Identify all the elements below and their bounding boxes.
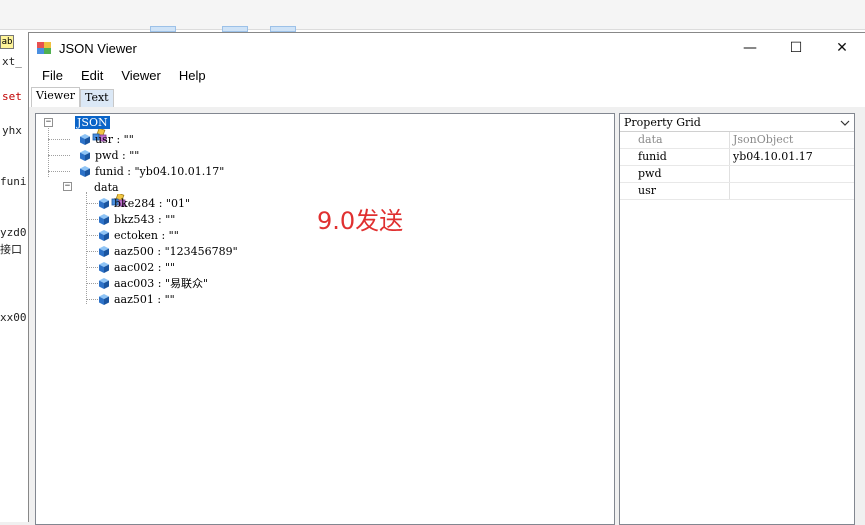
tree-root-label: JSON: [75, 115, 110, 129]
collapse-data-expander[interactable]: −: [63, 182, 72, 191]
tree-node-label: aaz501 : "": [114, 292, 175, 306]
app-icon: [37, 42, 51, 54]
collapse-root-expander[interactable]: −: [44, 118, 53, 127]
value-cube-icon: [99, 277, 109, 289]
tree-connector: [86, 251, 98, 252]
value-cube-icon: [99, 229, 109, 241]
tree-node-aaz500[interactable]: aaz500 : "123456789": [99, 243, 238, 259]
tree-node-ectoken[interactable]: ectoken : "": [99, 227, 179, 243]
tree-node-label: funid : "yb04.10.01.17": [95, 164, 225, 178]
content-area: − JSON usr : "" pwd : "" funid : "yb04.1…: [29, 108, 865, 525]
tree-node-label: bkz543 : "": [114, 212, 176, 226]
tree-node-aac003[interactable]: aac003 : "易联众": [99, 275, 208, 291]
property-row-usr[interactable]: usr: [620, 183, 854, 200]
tab-strip: Viewer Text: [29, 87, 865, 107]
background-text: xt_: [2, 55, 22, 68]
property-key: data: [620, 132, 730, 148]
tree-node-data[interactable]: data: [76, 179, 126, 206]
tree-node-label: aac002 : "": [114, 260, 176, 274]
property-row-data[interactable]: data JsonObject: [620, 132, 854, 149]
tab-text[interactable]: Text: [79, 89, 114, 107]
property-grid-header[interactable]: Property Grid: [620, 114, 854, 132]
value-cube-icon: [80, 165, 90, 177]
chevron-down-icon[interactable]: [840, 116, 850, 129]
property-key: funid: [620, 149, 730, 165]
tree-node-label: aaz500 : "123456789": [114, 244, 238, 258]
property-row-funid[interactable]: funid yb04.10.01.17: [620, 149, 854, 166]
background-text: funi: [0, 175, 27, 188]
value-cube-icon: [99, 213, 109, 225]
tree-connector: [86, 299, 98, 300]
window-title: JSON Viewer: [59, 40, 137, 56]
tree-node-label: pwd : "": [95, 148, 140, 162]
menu-viewer[interactable]: Viewer: [112, 68, 170, 83]
background-text: xx00: [0, 311, 27, 324]
json-tree-view[interactable]: − JSON usr : "" pwd : "" funid : "yb04.1…: [35, 113, 615, 525]
tree-node-label: bke284 : "01": [114, 196, 191, 210]
minimize-button[interactable]: —: [727, 33, 773, 63]
value-cube-icon: [80, 149, 90, 161]
tree-node-usr[interactable]: usr : "": [80, 131, 134, 147]
property-grid[interactable]: Property Grid data JsonObject funid yb04…: [619, 113, 855, 525]
tree-node-funid[interactable]: funid : "yb04.10.01.17": [80, 163, 224, 179]
background-text: yzd0: [0, 226, 27, 239]
tree-node-bke284[interactable]: bke284 : "01": [99, 195, 190, 211]
background-text: set: [2, 90, 22, 103]
menu-help[interactable]: Help: [170, 68, 215, 83]
property-grid-title: Property Grid: [624, 116, 701, 129]
tree-node-aac002[interactable]: aac002 : "": [99, 259, 175, 275]
window-controls: — ☐ ✕: [727, 33, 865, 63]
value-cube-icon: [99, 261, 109, 273]
json-object-icon: [57, 116, 107, 141]
background-editor: [0, 30, 30, 522]
title-bar[interactable]: JSON Viewer — ☐ ✕: [29, 33, 865, 63]
tree-connector: [86, 283, 98, 284]
ab-badge: ab: [0, 35, 14, 49]
value-cube-icon: [80, 133, 90, 145]
tree-connector: [86, 267, 98, 268]
property-value: [730, 183, 854, 199]
property-key: pwd: [620, 166, 730, 182]
menu-bar: File Edit Viewer Help: [29, 63, 865, 87]
tree-connector: [86, 235, 98, 236]
json-object-icon: [76, 181, 126, 206]
tree-connector: [48, 128, 49, 177]
background-text: 接口: [0, 243, 22, 256]
tree-node-label: ectoken : "": [114, 228, 179, 242]
tree-node-label: usr : "": [95, 132, 134, 146]
tree-node-bkz543[interactable]: bkz543 : "": [99, 211, 175, 227]
tree-connector: [48, 171, 70, 172]
background-toolbar: [0, 0, 865, 30]
menu-edit[interactable]: Edit: [72, 68, 112, 83]
overlay-note: 9.0发送: [317, 207, 404, 235]
property-value: JsonObject: [733, 133, 794, 146]
menu-file[interactable]: File: [33, 68, 72, 83]
tab-viewer[interactable]: Viewer: [31, 87, 80, 107]
value-cube-icon: [99, 293, 109, 305]
value-cube-icon: [99, 245, 109, 257]
background-text: yhx: [2, 124, 22, 137]
property-key: usr: [620, 183, 730, 199]
tree-node-label: data: [94, 180, 119, 194]
close-button[interactable]: ✕: [819, 33, 865, 63]
json-viewer-window: JSON Viewer — ☐ ✕ File Edit Viewer Help …: [28, 32, 865, 525]
value-cube-icon: [99, 197, 109, 209]
property-row-pwd[interactable]: pwd: [620, 166, 854, 183]
maximize-button[interactable]: ☐: [773, 33, 819, 63]
property-value: yb04.10.01.17: [733, 150, 813, 163]
tree-node-label: aac003 : "易联众": [114, 277, 209, 290]
tree-node-aaz501[interactable]: aaz501 : "": [99, 291, 175, 307]
tree-node-pwd[interactable]: pwd : "": [80, 147, 139, 163]
property-value: [730, 166, 854, 182]
tree-root-node[interactable]: JSON: [57, 114, 110, 141]
